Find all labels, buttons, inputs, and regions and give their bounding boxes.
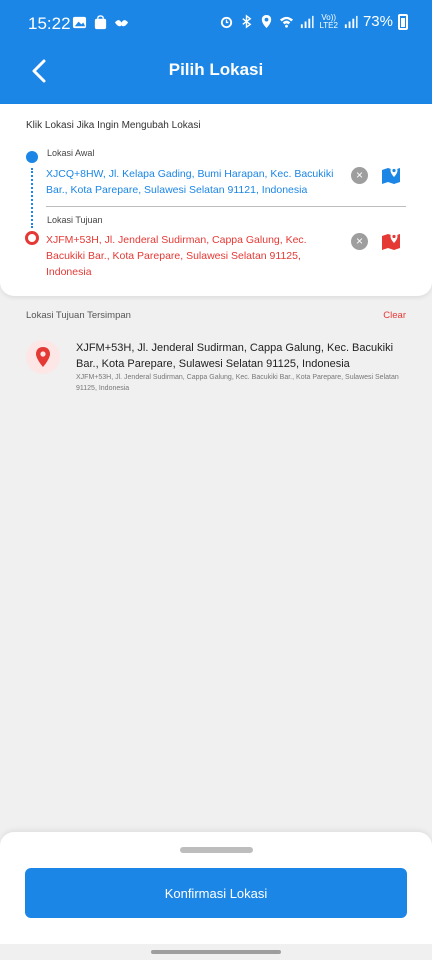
saved-clear-button[interactable]: Clear [383, 310, 406, 321]
destination-map-pin-icon[interactable] [381, 231, 401, 251]
origin-address[interactable]: XJCQ+8HW, Jl. Kelapa Gading, Bumi Harapa… [46, 166, 346, 198]
sheet-handle[interactable] [180, 847, 253, 853]
status-time: 15:22 [28, 14, 71, 33]
origin-map-pin-icon[interactable] [381, 165, 401, 185]
clear-destination-icon[interactable]: × [351, 233, 368, 250]
page-title: Pilih Lokasi [168, 60, 264, 79]
destination-dot-icon [25, 231, 39, 245]
bluetooth-icon [242, 14, 252, 29]
location-pin-icon [36, 347, 50, 367]
signal-2-icon [344, 15, 358, 29]
network-type: Vo)) LTE2 [319, 13, 338, 30]
home-gesture-pill[interactable] [151, 950, 281, 954]
header: 15:22 Vo)) LTE2 73% Pilih Lokasi [0, 0, 432, 104]
pin-avatar [26, 340, 60, 374]
network-lte: LTE2 [319, 20, 338, 30]
status-bar: 15:22 Vo)) LTE2 73% [0, 0, 432, 46]
shopping-bag-icon [94, 15, 107, 30]
route-card: Klik Lokasi Jika Ingin Mengubah Lokasi L… [0, 104, 432, 296]
saved-location-title: XJFM+53H, Jl. Jenderal Sudirman, Cappa G… [76, 342, 394, 370]
system-nav-bar [0, 944, 432, 960]
origin-label: Lokasi Awal [47, 148, 95, 158]
divider [46, 206, 406, 207]
notification-icons [72, 15, 129, 30]
clear-origin-icon[interactable]: × [351, 167, 368, 184]
battery-percent: 73% [362, 13, 393, 30]
alarm-icon [221, 16, 233, 29]
route-connector [31, 168, 33, 228]
wifi-icon [280, 16, 294, 28]
origin-dot-icon [26, 151, 38, 163]
destination-address[interactable]: XJFM+53H, Jl. Jenderal Sudirman, Cappa G… [46, 232, 336, 280]
signal-icon [301, 15, 314, 29]
app-bar: Pilih Lokasi [0, 46, 432, 104]
destination-label: Lokasi Tujuan [47, 215, 103, 225]
saved-location-subtitle: XJFM+53H, Jl. Jenderal Sudirman, Cappa G… [76, 374, 399, 392]
saved-location-item[interactable]: XJFM+53H, Jl. Jenderal Sudirman, Cappa G… [0, 334, 432, 402]
confirm-location-button[interactable]: Konfirmasi Lokasi [25, 868, 407, 918]
bird-icon [114, 20, 129, 27]
route-hint: Klik Lokasi Jika Ingin Mengubah Lokasi [26, 120, 201, 131]
battery-icon [398, 13, 408, 30]
status-right: Vo)) LTE2 73% [219, 13, 408, 30]
gallery-icon [72, 16, 87, 29]
bottom-sheet: Konfirmasi Lokasi [0, 832, 432, 944]
saved-heading: Lokasi Tujuan Tersimpan [26, 310, 131, 321]
location-icon [262, 14, 272, 29]
